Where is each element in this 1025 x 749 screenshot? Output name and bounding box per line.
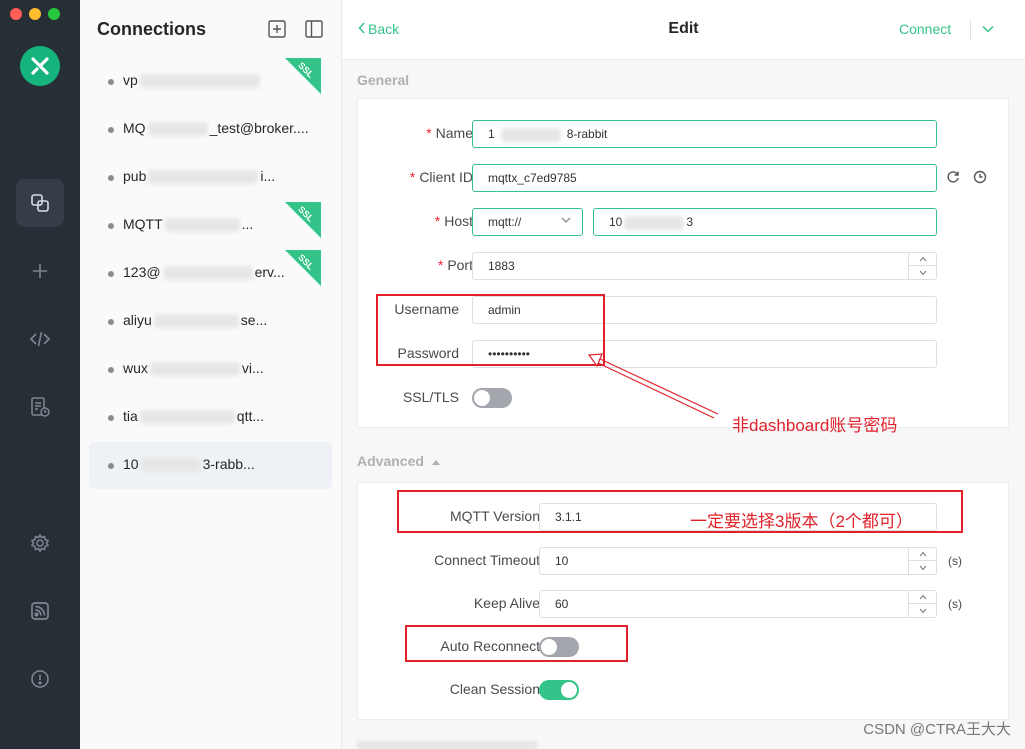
connection-item[interactable]: 10 3-rabb... xyxy=(89,442,332,489)
status-dot xyxy=(108,319,114,325)
mqttx-logo xyxy=(20,46,60,86)
increment-icon[interactable] xyxy=(909,548,936,561)
name-label: * Name xyxy=(426,125,473,141)
connection-item[interactable]: MQ _test@broker.... xyxy=(89,106,332,153)
app-sidebar xyxy=(0,0,80,749)
increment-icon[interactable] xyxy=(909,591,936,604)
connection-item[interactable]: aliyu se... xyxy=(89,298,332,345)
new-connection-icon[interactable] xyxy=(268,20,286,38)
connect-timeout-label: Connect Timeout xyxy=(434,552,540,568)
caret-up-icon xyxy=(431,453,441,469)
decrement-icon[interactable] xyxy=(909,561,936,574)
port-input[interactable]: 1883 xyxy=(472,252,937,280)
connection-item[interactable]: tia qtt... xyxy=(89,394,332,441)
connections-icon[interactable] xyxy=(16,179,64,227)
version-note: 一定要选择3版本（2个都可） xyxy=(690,512,913,531)
toggle-sidebar-icon[interactable] xyxy=(305,20,323,38)
connect-timeout-stepper[interactable] xyxy=(908,548,936,574)
credentials-highlight xyxy=(376,294,605,366)
close-window-button[interactable] xyxy=(10,8,22,20)
status-dot xyxy=(108,127,114,133)
keep-alive-label: Keep Alive xyxy=(473,595,540,611)
connections-panel: Connections vp SSL MQ _test@broker.... pub i.… xyxy=(80,0,342,749)
new-connection-icon[interactable] xyxy=(16,247,64,295)
connect-button[interactable]: Connect xyxy=(899,21,951,37)
credentials-note: 非dashboard账号密码 xyxy=(732,416,898,435)
connection-name: MQ _test@broker.... xyxy=(123,120,309,137)
about-icon[interactable] xyxy=(16,655,64,703)
ssl-tls-label: SSL/TLS xyxy=(402,389,459,405)
general-section-label: General xyxy=(357,72,410,88)
port-label: * Port xyxy=(437,257,473,273)
status-dot xyxy=(108,463,114,469)
status-dot xyxy=(108,79,114,85)
ssl-badge: SSL xyxy=(285,250,321,286)
host-label: * Host xyxy=(434,213,473,229)
connection-item[interactable]: 123@ erv... SSL xyxy=(89,250,332,297)
keep-alive-stepper[interactable] xyxy=(908,591,936,617)
toggle-knob xyxy=(561,682,577,698)
connection-item[interactable]: vp SSL xyxy=(89,58,332,105)
back-label: Back xyxy=(368,21,400,37)
watermark: CSDN @CTRA王大大 xyxy=(863,721,1011,738)
port-stepper[interactable] xyxy=(908,253,936,279)
increment-icon[interactable] xyxy=(909,253,936,266)
script-icon[interactable] xyxy=(16,315,64,363)
unit-seconds: (s) xyxy=(948,597,962,611)
ssl-badge: SSL xyxy=(285,58,321,94)
connection-name: aliyu se... xyxy=(123,312,268,329)
decrement-icon[interactable] xyxy=(909,604,936,617)
ssl-badge: SSL xyxy=(285,202,321,238)
connection-name: tia qtt... xyxy=(123,408,265,425)
minimize-window-button[interactable] xyxy=(29,8,41,20)
decrement-icon[interactable] xyxy=(909,266,936,279)
chevron-down-icon[interactable] xyxy=(981,22,997,38)
connection-item[interactable]: wux vi... xyxy=(89,346,332,393)
chevron-left-icon xyxy=(358,21,368,37)
history-icon[interactable] xyxy=(973,170,987,189)
ssl-tls-toggle[interactable] xyxy=(472,388,512,408)
connections-title: Connections xyxy=(97,19,207,39)
clean-session-toggle[interactable] xyxy=(539,680,579,700)
connection-name: MQTT... xyxy=(123,216,254,233)
advanced-section-label[interactable]: Advanced xyxy=(357,453,441,469)
connection-name: wux vi... xyxy=(123,360,264,377)
unit-seconds: (s) xyxy=(948,554,962,568)
connection-name: 10 3-rabb... xyxy=(123,456,255,473)
connection-name: pub i... xyxy=(123,168,276,185)
divider xyxy=(970,20,971,40)
chevron-down-icon xyxy=(560,209,572,235)
settings-icon[interactable] xyxy=(16,519,64,567)
protocol-select[interactable]: mqtt:// xyxy=(472,208,583,236)
maximize-window-button[interactable] xyxy=(48,8,60,20)
annotation-arrow xyxy=(587,353,719,419)
clean-session-label: Clean Session xyxy=(449,681,540,697)
toggle-knob xyxy=(474,390,490,406)
status-dot xyxy=(108,175,114,181)
connect-timeout-input[interactable]: 10 xyxy=(539,547,937,575)
status-dot xyxy=(108,415,114,421)
last-will-section-label xyxy=(357,741,537,749)
log-icon[interactable] xyxy=(16,383,64,431)
host-input[interactable]: 10 3 xyxy=(593,208,937,236)
client-id-input[interactable]: mqttx_c7ed9785 xyxy=(472,164,937,192)
connection-item[interactable]: pub i... xyxy=(89,154,332,201)
client-id-label: * Client ID xyxy=(409,169,473,185)
keep-alive-input[interactable]: 60 xyxy=(539,590,937,618)
subscribe-icon[interactable] xyxy=(16,587,64,635)
auto-reconnect-highlight xyxy=(405,625,628,662)
status-dot xyxy=(108,223,114,229)
refresh-icon[interactable] xyxy=(946,170,960,189)
connection-name: vp xyxy=(123,72,262,89)
back-button[interactable]: Back xyxy=(358,21,399,37)
connection-name: 123@ erv... xyxy=(123,264,285,281)
name-input[interactable]: 1 8-rabbit xyxy=(472,120,937,148)
connection-item[interactable]: MQTT... SSL xyxy=(89,202,332,249)
status-dot xyxy=(108,271,114,277)
topbar: Back Edit Connect xyxy=(342,0,1025,60)
status-dot xyxy=(108,367,114,373)
